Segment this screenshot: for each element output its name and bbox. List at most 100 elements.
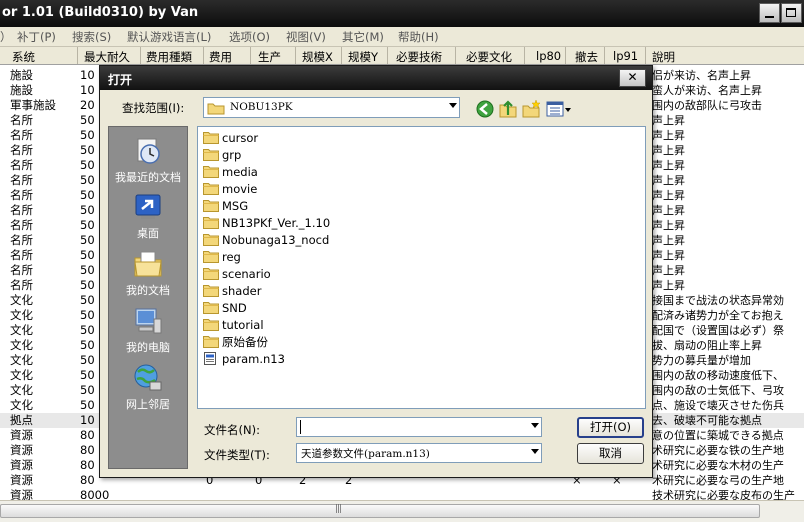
cell-description[interactable]: 拔、扇动の阻止率上昇 xyxy=(652,338,804,353)
cell-description[interactable]: 声上昇 xyxy=(652,218,804,233)
view-menu-icon[interactable] xyxy=(546,99,572,119)
cell-description[interactable]: 配国で（设置国は必ず）祭 xyxy=(652,323,804,338)
menu-item-options[interactable]: 选项(O) xyxy=(229,29,270,45)
cell-durability[interactable]: 50 xyxy=(80,383,95,398)
col-header-description[interactable]: 說明 xyxy=(652,49,675,65)
cell-system[interactable]: 名所 xyxy=(10,278,33,293)
cell-durability[interactable]: 80 xyxy=(80,428,95,443)
col-header-lp91[interactable]: lp91 xyxy=(613,49,638,63)
cell-description[interactable]: 声上昇 xyxy=(652,158,804,173)
cell-description[interactable]: 去、破壊不可能な拠点 xyxy=(652,413,804,428)
cell-description[interactable]: 声上昇 xyxy=(652,173,804,188)
folder-item[interactable]: scenario xyxy=(203,266,271,282)
cell-durability[interactable]: 50 xyxy=(80,293,95,308)
menu-item-patch[interactable]: 补丁(P) xyxy=(17,29,56,45)
open-button[interactable]: 打开(O) xyxy=(577,417,644,438)
cell-durability[interactable]: 8000 xyxy=(80,488,109,500)
cell-system[interactable]: 名所 xyxy=(10,218,33,233)
cell-system[interactable]: 文化 xyxy=(10,353,33,368)
folder-item[interactable]: Nobunaga13_nocd xyxy=(203,232,329,248)
folder-item[interactable]: grp xyxy=(203,147,241,163)
cell-system[interactable]: 資源 xyxy=(10,488,33,500)
folder-item[interactable]: shader xyxy=(203,283,261,299)
cell-durability[interactable]: 50 xyxy=(80,158,95,173)
cell-durability[interactable]: 50 xyxy=(80,398,95,413)
maximize-button[interactable] xyxy=(781,3,802,23)
cell-system[interactable]: 施設 xyxy=(10,68,33,83)
col-header-system[interactable]: 系统 xyxy=(12,49,35,65)
folder-item[interactable]: movie xyxy=(203,181,257,197)
cell-system[interactable]: 名所 xyxy=(10,188,33,203)
place-desktop[interactable]: 桌面 xyxy=(109,191,187,241)
cell-description[interactable]: 声上昇 xyxy=(652,113,804,128)
cell-description[interactable]: 侣が来访、名声上昇 xyxy=(652,68,804,83)
cell-description[interactable]: 术研究に必要な铁の生产地 xyxy=(652,443,804,458)
place-recent-documents[interactable]: 我最近的文档 xyxy=(109,135,187,185)
cell-system[interactable]: 文化 xyxy=(10,308,33,323)
cell-durability[interactable]: 20 xyxy=(80,98,95,113)
folder-item[interactable]: tutorial xyxy=(203,317,264,333)
cell-system[interactable]: 名所 xyxy=(10,113,33,128)
menu-item-help[interactable]: 帮助(H) xyxy=(398,29,439,45)
menu-item-view[interactable]: 视图(V) xyxy=(286,29,326,45)
file-item[interactable]: param.n13 xyxy=(203,351,285,367)
cell-system[interactable]: 資源 xyxy=(10,458,33,473)
place-network[interactable]: 网上邻居 xyxy=(109,362,187,412)
cell-description[interactable]: 技术研究に必要な皮布の生产 xyxy=(652,488,804,500)
folder-item[interactable]: MSG xyxy=(203,198,248,214)
cell-description[interactable]: 术研究に必要な木材の生产 xyxy=(652,458,804,473)
col-header-culture[interactable]: 必要文化 xyxy=(466,49,512,65)
cell-durability[interactable]: 50 xyxy=(80,368,95,383)
scrollbar-thumb[interactable] xyxy=(0,504,760,518)
cell-durability[interactable]: 50 xyxy=(80,203,95,218)
cell-system[interactable]: 文化 xyxy=(10,368,33,383)
cell-durability[interactable]: 10 xyxy=(80,83,95,98)
cell-system[interactable]: 施設 xyxy=(10,83,33,98)
filetype-select[interactable]: 天道参数文件(param.n13) xyxy=(296,443,542,463)
menu-item-search[interactable]: 搜索(S) xyxy=(72,29,111,45)
col-header-size-y[interactable]: 规模Y xyxy=(348,49,378,65)
menu-item-default-language[interactable]: 默认游戏语言(L) xyxy=(127,29,211,45)
col-header-cost-type[interactable]: 费用種類 xyxy=(146,49,192,65)
cell-description[interactable]: 配済み诸势力が全てお抱え xyxy=(652,308,804,323)
cell-system[interactable]: 名所 xyxy=(10,203,33,218)
col-header-tech[interactable]: 必要技術 xyxy=(396,49,442,65)
new-folder-icon[interactable] xyxy=(521,99,541,119)
cell-description[interactable]: 蛮人が来访、名声上昇 xyxy=(652,83,804,98)
cell-description[interactable]: 声上昇 xyxy=(652,203,804,218)
folder-item[interactable]: reg xyxy=(203,249,241,265)
cell-durability[interactable]: 50 xyxy=(80,173,95,188)
cell-system[interactable]: 名所 xyxy=(10,233,33,248)
folder-item[interactable]: NB13PKf_Ver._1.10 xyxy=(203,215,330,231)
cell-durability[interactable]: 50 xyxy=(80,323,95,338)
cell-durability[interactable]: 50 xyxy=(80,188,95,203)
cell-description[interactable]: 围内の敌部队に弓攻击 xyxy=(652,98,804,113)
cell-system[interactable]: 文化 xyxy=(10,293,33,308)
back-icon[interactable] xyxy=(475,99,495,119)
chevron-down-icon[interactable] xyxy=(531,423,539,428)
cell-description[interactable]: 接国まで战法の状态异常効 xyxy=(652,293,804,308)
filename-input[interactable] xyxy=(296,417,542,437)
cell-durability[interactable]: 50 xyxy=(80,218,95,233)
cell-durability[interactable]: 10 xyxy=(80,68,95,83)
menu-item-partial[interactable]: ） xyxy=(0,29,12,45)
minimize-button[interactable] xyxy=(759,3,780,23)
cell-description[interactable]: 声上昇 xyxy=(652,128,804,143)
place-my-computer[interactable]: 我的电脑 xyxy=(109,305,187,355)
cell-system[interactable]: 名所 xyxy=(10,248,33,263)
horizontal-scrollbar[interactable] xyxy=(0,500,804,522)
cell-durability[interactable]: 50 xyxy=(80,338,95,353)
cell-description[interactable]: 围内の敌の士気低下、弓攻 xyxy=(652,383,804,398)
cell-system[interactable]: 資源 xyxy=(10,443,33,458)
cell-durability[interactable]: 80 xyxy=(80,443,95,458)
cell-system[interactable]: 名所 xyxy=(10,143,33,158)
cancel-button[interactable]: 取消 xyxy=(577,443,644,464)
cell-system[interactable]: 名所 xyxy=(10,158,33,173)
cell-durability[interactable]: 50 xyxy=(80,263,95,278)
cell-description[interactable]: 声上昇 xyxy=(652,233,804,248)
cell-durability[interactable]: 50 xyxy=(80,308,95,323)
folder-item[interactable]: media xyxy=(203,164,258,180)
cell-durability[interactable]: 50 xyxy=(80,128,95,143)
dialog-close-button[interactable]: ✕ xyxy=(619,69,646,87)
menu-item-other[interactable]: 其它(M) xyxy=(342,29,384,45)
